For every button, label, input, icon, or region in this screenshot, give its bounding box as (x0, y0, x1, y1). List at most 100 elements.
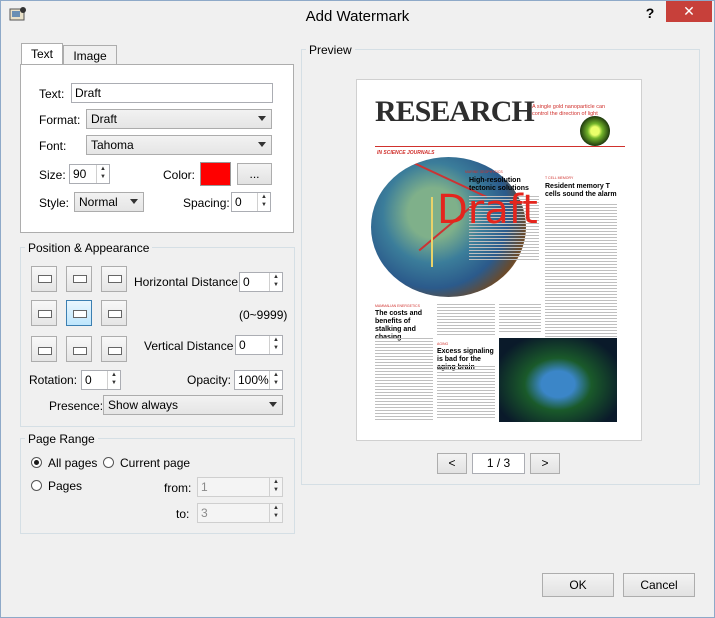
position-middle-right-button[interactable] (101, 300, 127, 326)
horizontal-distance-spinner[interactable]: ▲ ▼ (269, 273, 282, 291)
vertical-distance-value: 0 (239, 338, 246, 352)
to-spinner[interactable]: ▲ ▼ (269, 504, 282, 522)
tab-image[interactable]: Image (63, 45, 117, 66)
spin-down-icon: ▼ (273, 282, 279, 288)
opacity-value: 100% (238, 373, 269, 387)
position-bottom-right-button[interactable] (101, 336, 127, 362)
style-select[interactable]: Normal (74, 192, 144, 212)
preview-text-block (375, 338, 433, 420)
rotation-spinner[interactable]: ▲ ▼ (107, 371, 120, 389)
chevron-down-icon (269, 402, 277, 407)
position-bottom-left-button[interactable] (31, 336, 57, 362)
pages-radio[interactable] (31, 480, 42, 491)
chevron-down-icon (258, 116, 266, 121)
spin-up-icon: ▲ (273, 337, 279, 343)
spacing-spinner[interactable]: ▲ ▼ (257, 193, 270, 211)
font-value: Tahoma (91, 138, 134, 152)
page-indicator: 1 / 3 (472, 453, 525, 474)
opacity-input[interactable]: 100% ▲ ▼ (234, 370, 283, 390)
from-value: 1 (201, 480, 208, 494)
help-button[interactable]: ? (639, 5, 661, 23)
position-top-left-icon (38, 275, 52, 283)
cancel-button[interactable]: Cancel (623, 573, 695, 597)
position-top-center-button[interactable] (66, 266, 92, 292)
position-top-right-button[interactable] (101, 266, 127, 292)
preview-kicker-3: MAMMALIAN ENERGETICS (375, 304, 420, 308)
format-select[interactable]: Draft (86, 109, 272, 129)
presence-select[interactable]: Show always (103, 395, 283, 415)
presence-value: Show always (108, 398, 179, 412)
style-label: Style: (39, 196, 70, 210)
style-value: Normal (79, 195, 118, 209)
preview-side-note (626, 170, 632, 320)
to-input[interactable]: 3 ▲ ▼ (197, 503, 283, 523)
title-bar: Add Watermark ? ✕ (1, 1, 714, 31)
opacity-spinner[interactable]: ▲ ▼ (269, 371, 282, 389)
rotation-label: Rotation: (29, 373, 78, 387)
globe-detail (431, 197, 433, 267)
watermark-text-input[interactable]: Draft (71, 83, 273, 103)
color-swatch[interactable] (200, 162, 231, 186)
size-value: 90 (73, 167, 87, 181)
current-page-radio[interactable] (103, 457, 114, 468)
position-middle-right-icon (108, 310, 122, 318)
spin-up-icon: ▲ (273, 372, 279, 378)
spin-up-icon: ▲ (273, 274, 279, 280)
preview-title: Preview (306, 43, 355, 57)
horizontal-distance-value: 0 (243, 275, 250, 289)
current-page-label[interactable]: Current page (120, 456, 190, 470)
format-value: Draft (91, 112, 118, 126)
preview-text-block (437, 366, 495, 420)
tab-text[interactable]: Text (21, 43, 63, 66)
spin-up-icon: ▲ (273, 505, 279, 511)
size-input[interactable]: 90 ▲ ▼ (69, 164, 110, 184)
spacing-label: Spacing: (183, 196, 230, 210)
position-middle-left-icon (38, 310, 52, 318)
watermark-preview-text: Draft (437, 187, 538, 233)
position-bottom-center-button[interactable] (66, 336, 92, 362)
spin-down-icon: ▼ (273, 513, 279, 519)
font-select[interactable]: Tahoma (86, 135, 272, 155)
horizontal-distance-input[interactable]: 0 ▲ ▼ (239, 272, 283, 292)
preview-headline-2: Resident memory T cells sound the alarm (545, 183, 617, 198)
from-spinner[interactable]: ▲ ▼ (269, 478, 282, 496)
size-spinner[interactable]: ▲ ▼ (96, 165, 109, 183)
position-center-button[interactable] (66, 300, 92, 326)
all-pages-label[interactable]: All pages (48, 456, 97, 470)
to-value: 3 (201, 506, 208, 520)
color-picker-button[interactable]: ... (237, 163, 272, 185)
text-label: Text: (39, 87, 65, 101)
from-input[interactable]: 1 ▲ ▼ (197, 477, 283, 497)
spin-down-icon: ▼ (273, 380, 279, 386)
all-pages-radio[interactable] (31, 457, 42, 468)
vertical-distance-label: Vertical Distance : (144, 339, 241, 353)
close-button[interactable]: ✕ (666, 1, 712, 22)
nanoparticle-image (580, 116, 610, 146)
preview-kicker-1: MARINE GEOPHYSICS (465, 170, 503, 174)
position-bottom-center-icon (73, 347, 87, 355)
from-label: from: (164, 481, 192, 495)
spin-down-icon: ▼ (273, 345, 279, 351)
spin-up-icon: ▲ (261, 194, 267, 200)
position-bottom-left-icon (38, 347, 52, 355)
vertical-distance-input[interactable]: 0 ▲ ▼ (235, 335, 283, 355)
next-page-button[interactable]: > (530, 453, 560, 474)
ok-button[interactable]: OK (542, 573, 614, 597)
preview-text-block (499, 304, 541, 334)
rotation-input[interactable]: 0 ▲ ▼ (81, 370, 121, 390)
to-label: to: (176, 507, 190, 521)
spin-down-icon: ▼ (261, 202, 267, 208)
position-middle-left-button[interactable] (31, 300, 57, 326)
page-range-title: Page Range (25, 432, 98, 446)
preview-rule (375, 146, 625, 147)
distance-range-hint: (0~9999) (239, 308, 288, 322)
vertical-distance-spinner[interactable]: ▲ ▼ (269, 336, 282, 354)
position-top-left-button[interactable] (31, 266, 57, 292)
opacity-label: Opacity: (187, 373, 232, 387)
pages-label[interactable]: Pages (48, 479, 82, 493)
horizontal-distance-label: Horizontal Distance : (134, 275, 245, 289)
spin-down-icon: ▼ (273, 487, 279, 493)
spacing-input[interactable]: 0 ▲ ▼ (231, 192, 271, 212)
position-center-icon (73, 310, 87, 318)
prev-page-button[interactable]: < (437, 453, 467, 474)
